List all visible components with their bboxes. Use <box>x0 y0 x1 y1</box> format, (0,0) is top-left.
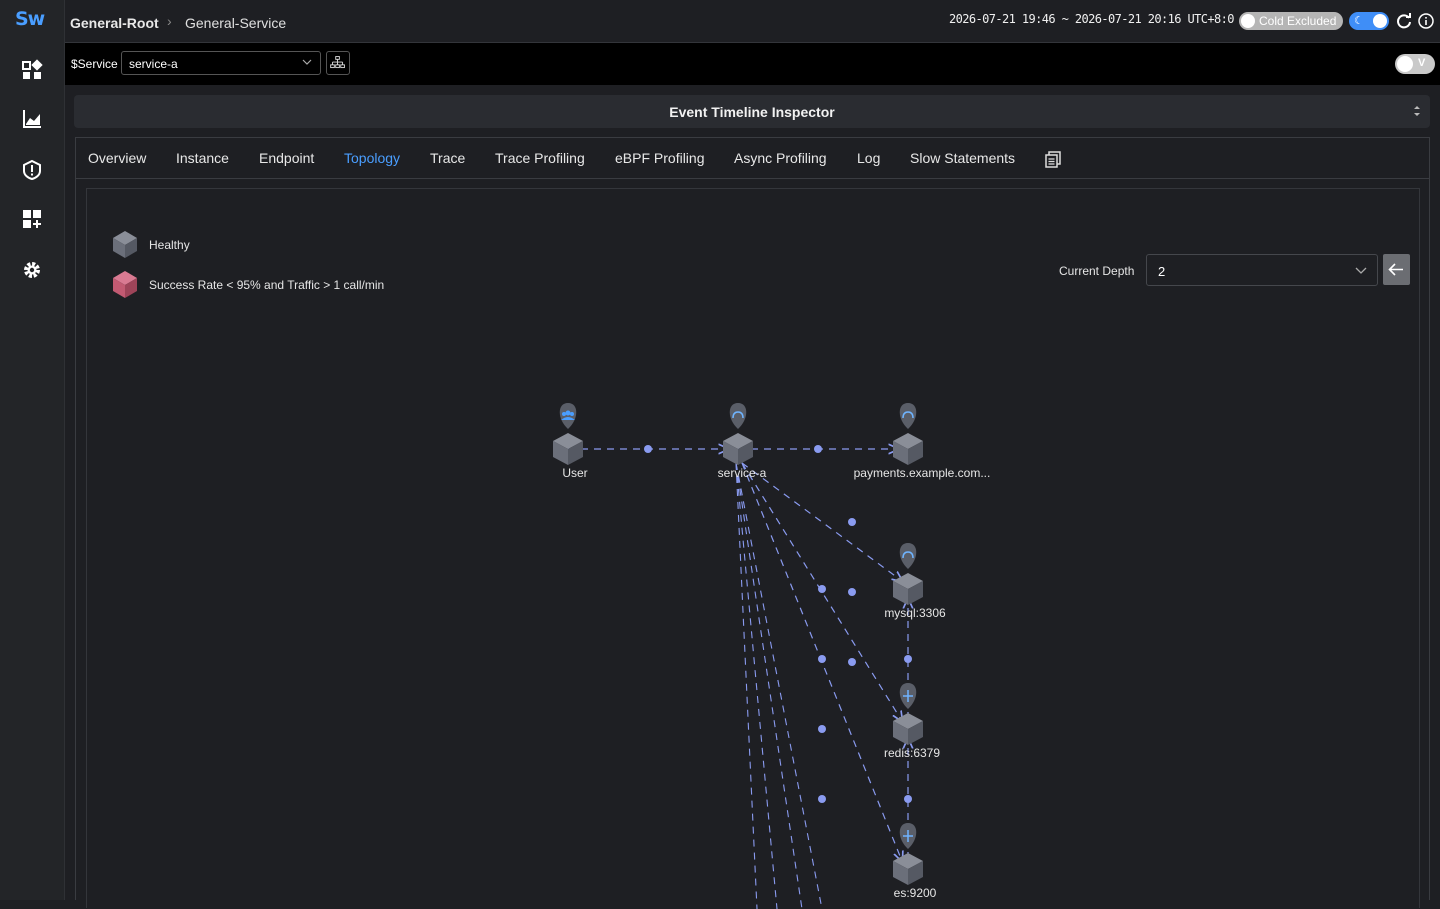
topology-edge-offscreen[interactable] <box>735 462 803 909</box>
toggle-knob <box>1241 14 1255 28</box>
db-icon <box>899 823 917 849</box>
panel-title: Event Timeline Inspector <box>669 104 835 120</box>
topology-graph: User service-a payments.example.com... mysq… <box>553 403 991 909</box>
topology-edge-offscreen[interactable] <box>735 462 778 909</box>
dashboard-icon[interactable] <box>21 59 43 81</box>
topology-node-es[interactable]: es:9200 <box>893 823 937 900</box>
panel-header[interactable]: Event Timeline Inspector <box>74 95 1430 128</box>
edge-dot[interactable] <box>818 795 826 803</box>
edge-dot[interactable] <box>818 585 826 593</box>
node-label: service-a <box>718 466 767 480</box>
topology-node-redis[interactable]: redis:6379 <box>884 683 940 760</box>
topology-node-service-a[interactable]: service-a <box>718 403 767 480</box>
cloud-icon <box>729 403 747 429</box>
topology-node-user[interactable]: User <box>553 403 588 480</box>
logo: Sw <box>15 8 45 30</box>
node-cube-icon <box>893 713 923 745</box>
breadcrumb-separator-icon: › <box>167 13 172 29</box>
breadcrumb-leaf[interactable]: General-Service <box>185 15 286 31</box>
settings-icon[interactable] <box>21 259 43 281</box>
hierarchy-button[interactable] <box>326 51 350 75</box>
top-bar: General-Root › General-Service 2026-07-2… <box>65 0 1440 43</box>
tab-endpoint[interactable]: Endpoint <box>259 150 314 166</box>
service-select-value: service-a <box>129 57 178 71</box>
tab-instance[interactable]: Instance <box>176 150 229 166</box>
service-bar: $Service service-a V <box>65 43 1440 85</box>
node-cube-icon <box>893 573 923 605</box>
visual-toggle-label: V <box>1418 57 1426 69</box>
edge-dot[interactable] <box>848 518 856 526</box>
tab-ebpf-profiling[interactable]: eBPF Profiling <box>615 150 704 166</box>
user-icon <box>559 403 577 429</box>
topology-edge[interactable] <box>738 445 898 453</box>
tab-log[interactable]: Log <box>857 150 880 166</box>
tab-slow-statements[interactable]: Slow Statements <box>910 150 1015 166</box>
edge-dot[interactable] <box>848 588 856 596</box>
visual-toggle[interactable]: V <box>1395 54 1435 74</box>
cloud-icon <box>899 403 917 429</box>
topology-edge-offscreen[interactable] <box>735 462 758 909</box>
edge-dot[interactable] <box>644 445 652 453</box>
time-range[interactable]: 2026-07-21 19:46 ~ 2026-07-21 20:16 UTC+… <box>949 12 1234 26</box>
info-icon[interactable] <box>1417 12 1435 30</box>
tab-bar: Overview Instance Endpoint Topology Trac… <box>76 138 1429 179</box>
topology-edge[interactable] <box>741 462 902 581</box>
topology-node-mysql[interactable]: mysql:3306 <box>884 543 946 620</box>
hierarchy-icon <box>330 56 345 69</box>
edge-dot[interactable] <box>848 658 856 666</box>
node-label: es:9200 <box>894 886 937 900</box>
node-label: User <box>562 466 587 480</box>
topology-edge-offscreen[interactable] <box>735 462 823 909</box>
db-icon <box>899 683 917 709</box>
edge-dot[interactable] <box>818 725 826 733</box>
chart-icon[interactable] <box>21 108 43 130</box>
tab-trace-profiling[interactable]: Trace Profiling <box>495 150 585 166</box>
service-select[interactable]: service-a <box>121 51 321 75</box>
node-label: redis:6379 <box>884 746 940 760</box>
tab-trace[interactable]: Trace <box>430 150 465 166</box>
sort-icon[interactable] <box>1412 104 1422 118</box>
edge-dot[interactable] <box>818 655 826 663</box>
node-label: payments.example.com... <box>854 466 991 480</box>
cold-stage-label: Cold Excluded <box>1259 14 1337 28</box>
copy-icon[interactable] <box>1044 150 1062 168</box>
tab-topology[interactable]: Topology <box>344 150 400 166</box>
edge-dot[interactable] <box>904 795 912 803</box>
moon-icon: ☾ <box>1354 15 1364 27</box>
node-label: mysql:3306 <box>884 606 946 620</box>
topology-panel: Healthy Success Rate < 95% and Traffic >… <box>86 188 1420 909</box>
topology-node-payments[interactable]: payments.example.com... <box>854 403 991 480</box>
toggle-knob <box>1373 14 1387 28</box>
toggle-knob <box>1397 56 1413 72</box>
tab-async-profiling[interactable]: Async Profiling <box>734 150 827 166</box>
tabs-container: Overview Instance Endpoint Topology Trac… <box>75 137 1430 909</box>
node-cube-icon <box>723 433 753 465</box>
breadcrumb-root[interactable]: General-Root <box>70 15 159 31</box>
cloud-icon <box>899 543 917 569</box>
service-label: $Service <box>71 57 118 71</box>
topology-edge[interactable] <box>568 445 728 453</box>
sidebar: Sw <box>0 0 65 900</box>
cold-stage-toggle[interactable]: Cold Excluded <box>1239 12 1343 30</box>
refresh-icon[interactable] <box>1395 12 1413 30</box>
node-cube-icon <box>553 433 583 465</box>
alert-icon[interactable] <box>21 159 43 181</box>
node-cube-icon <box>893 853 923 885</box>
chevron-down-icon <box>302 59 312 65</box>
edge-dot[interactable] <box>904 655 912 663</box>
node-cube-icon <box>893 433 923 465</box>
tab-overview[interactable]: Overview <box>88 150 146 166</box>
widget-icon[interactable] <box>21 208 43 230</box>
edge-dot[interactable] <box>814 445 822 453</box>
theme-toggle[interactable]: ☾ <box>1349 12 1389 30</box>
